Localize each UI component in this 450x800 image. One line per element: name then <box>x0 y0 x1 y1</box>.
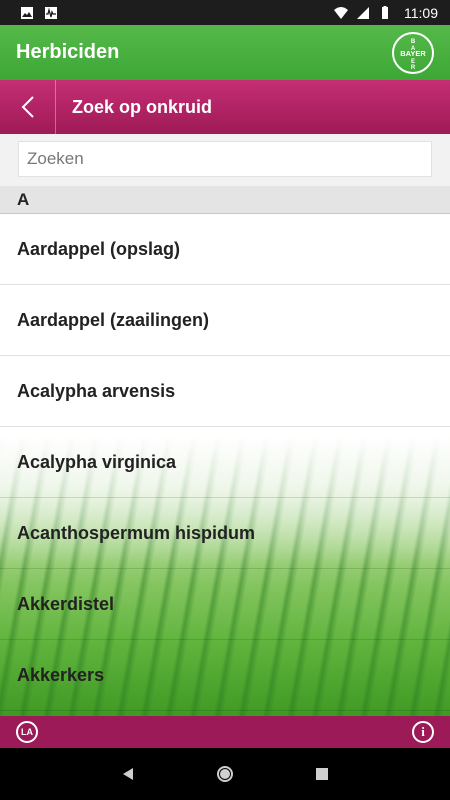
list-item[interactable]: Aardappel (opslag) <box>0 214 450 285</box>
recents-icon <box>315 768 328 780</box>
list-item[interactable]: Aardappel (zaailingen) <box>0 285 450 356</box>
bayer-logo: BAYER B A E R <box>392 31 434 74</box>
list-item[interactable]: Acalypha virginica <box>0 427 450 498</box>
section-header: A <box>0 186 450 214</box>
svg-text:A: A <box>411 46 416 52</box>
activity-icon <box>45 6 57 19</box>
bayer-cross-icon: BAYER B A E R <box>400 39 426 71</box>
battery-icon <box>382 5 388 19</box>
svg-text:R: R <box>411 65 416 71</box>
list-item[interactable]: Akkerdistel <box>0 569 450 640</box>
wifi-icon <box>334 6 348 19</box>
nav-home-button[interactable] <box>205 754 245 794</box>
signal-icon <box>357 6 369 19</box>
navigation-bar <box>0 748 450 800</box>
weed-list: A Aardappel (opslag) Aardappel (zaailing… <box>0 186 450 716</box>
la-button[interactable]: LA <box>16 721 38 743</box>
info-button[interactable]: i <box>412 721 434 743</box>
search-bar <box>0 134 450 186</box>
sub-header: Zoek op onkruid <box>0 80 450 134</box>
list-item[interactable]: Acanthospermum hispidum <box>0 498 450 569</box>
list-item[interactable]: Akkerkers <box>0 640 450 711</box>
svg-text:B: B <box>411 39 416 45</box>
list-item[interactable]: Acalypha arvensis <box>0 356 450 427</box>
back-button[interactable] <box>0 80 56 134</box>
search-input[interactable] <box>18 141 432 177</box>
chevron-left-icon <box>21 96 34 118</box>
nav-back-button[interactable] <box>108 754 148 794</box>
image-icon <box>21 6 33 19</box>
bottom-bar: LA i <box>0 716 450 748</box>
status-bar: 11:09 <box>0 0 450 25</box>
back-icon <box>123 768 134 780</box>
app-header: Herbiciden BAYER B A E R <box>0 25 450 80</box>
sub-header-title: Zoek op onkruid <box>72 96 213 117</box>
nav-recents-button[interactable] <box>302 754 342 794</box>
status-time: 11:09 <box>404 4 438 21</box>
app-title: Herbiciden <box>16 41 120 63</box>
home-icon <box>216 766 233 782</box>
